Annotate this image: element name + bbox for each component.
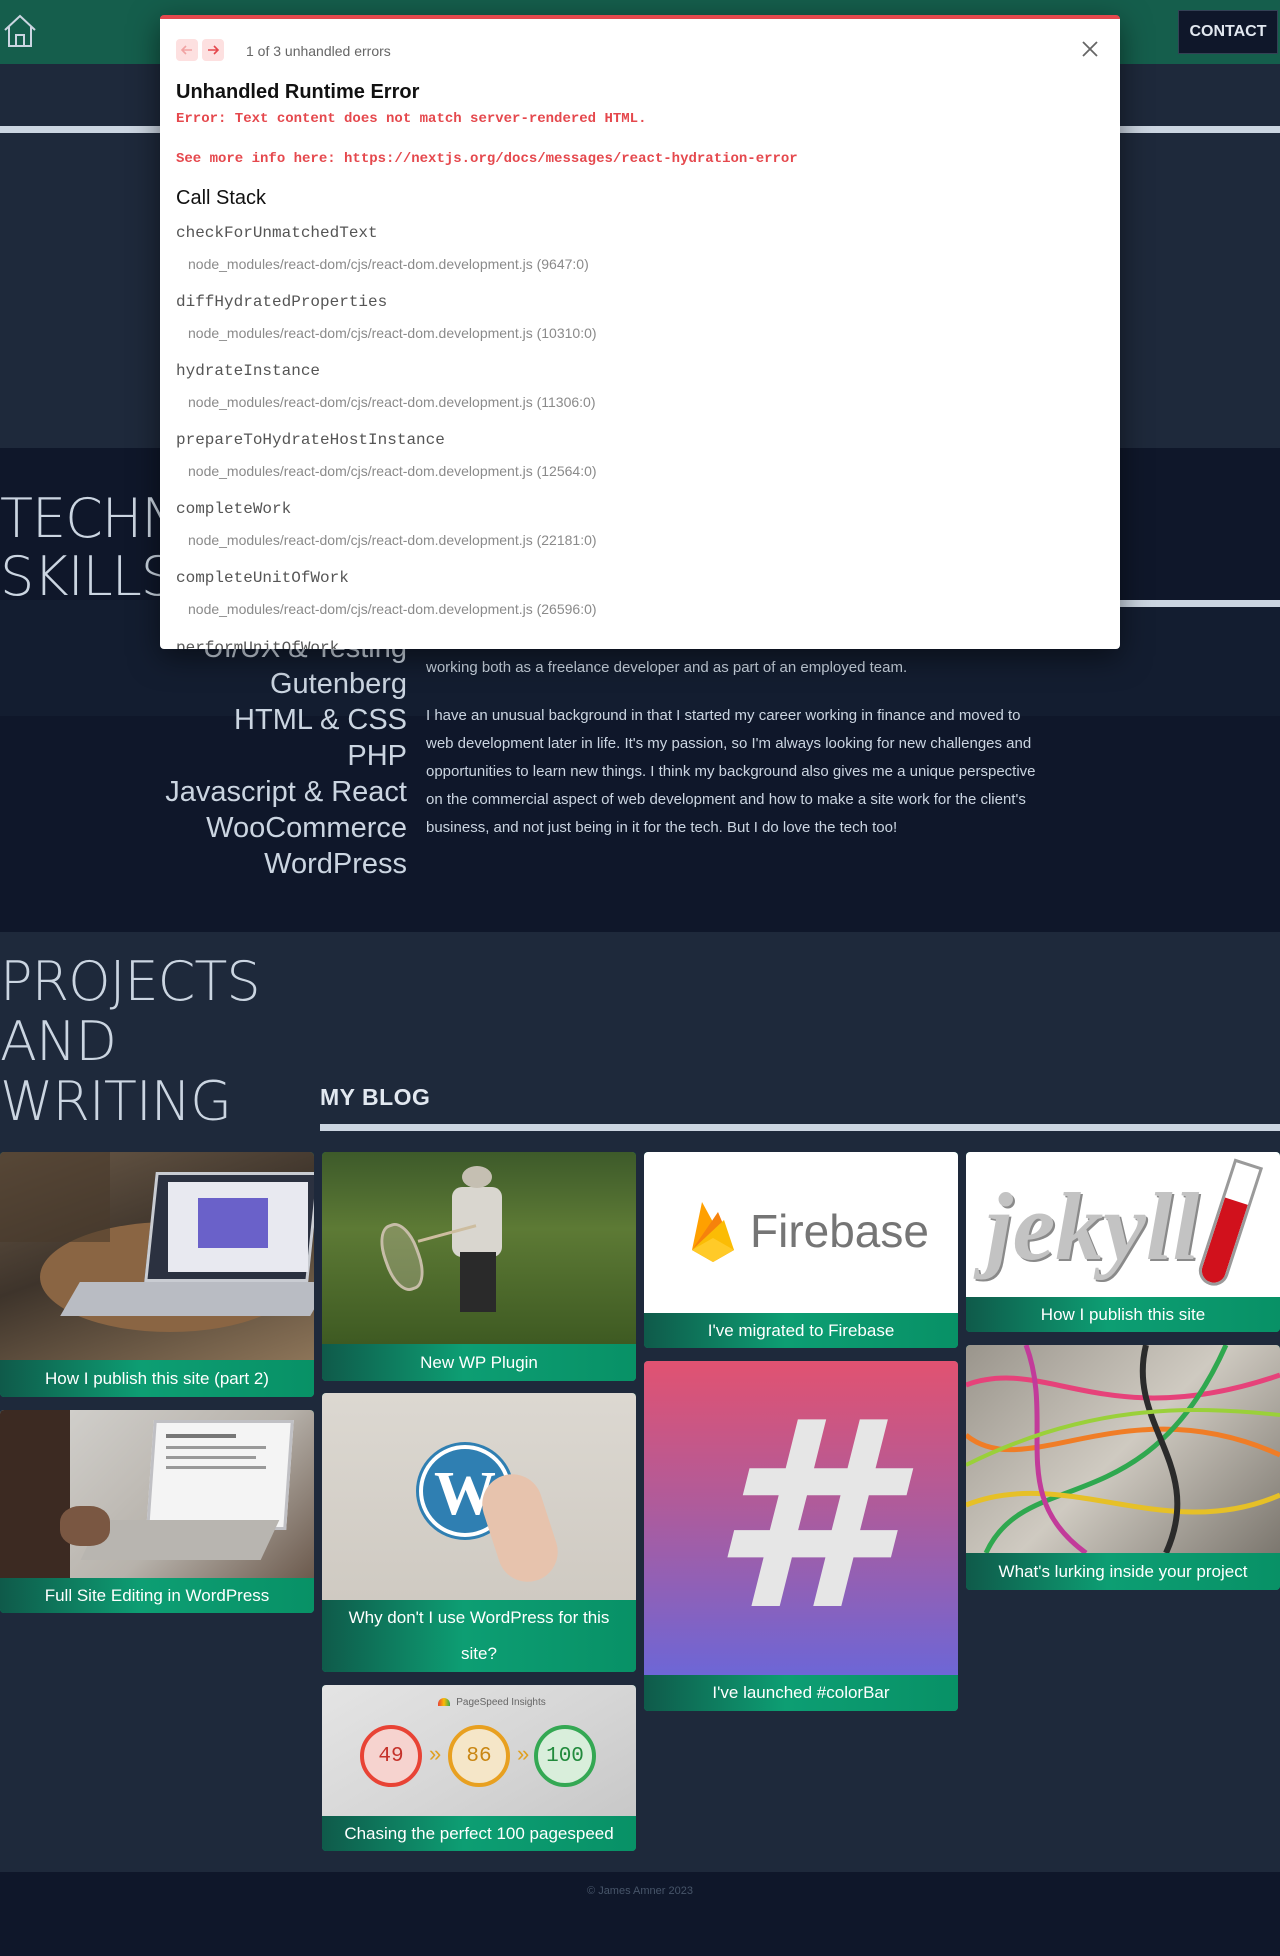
blog-card[interactable]: jekyll How I publish this site [966,1152,1280,1332]
stack-frame-function: prepareToHydrateHostInstance [176,431,445,449]
stack-frame-function: performUnitOfWork [176,639,340,649]
blog-card-title: Full Site Editing in WordPress [0,1578,314,1613]
error-message: Error: Text content does not match serve… [176,111,647,127]
blog-card[interactable]: W Why don't I use WordPress for this sit… [322,1393,636,1672]
error-count: 1 of 3 unhandled errors [246,43,391,59]
stack-frame-function: checkForUnmatchedText [176,224,378,242]
skill-item: Gutenberg [269,668,407,700]
callstack-title: Call Stack [176,187,267,209]
contact-button[interactable]: CONTACT [1178,10,1278,54]
firebase-icon [692,1202,734,1262]
error-overlay: 1 of 3 unhandled errors Unhandled Runtim… [160,15,1120,649]
arrow-icon: » [517,1741,530,1766]
blog-card-title: What's lurking inside your project [966,1553,1280,1590]
next-error-button[interactable] [202,39,224,61]
blog-card[interactable]: New WP Plugin [322,1152,636,1381]
blog-heading: MY BLOG [320,1084,431,1110]
close-icon[interactable] [1078,37,1102,61]
skill-item: PHP [347,740,407,772]
blog-card-title: I've migrated to Firebase [644,1313,958,1348]
laptop-desk-image [0,1152,314,1360]
about-text: working both as a freelance developer an… [426,654,1052,862]
projects-title: PROJECTS AND WRITING [0,952,300,1132]
prev-error-button[interactable] [176,39,198,61]
jekyll-wordmark: jekyll [986,1173,1200,1280]
pagespeed-image: PageSpeed Insights 49 » 86 » 100 [322,1685,636,1816]
blog-card-title: Chasing the perfect 100 pagespeed [322,1816,636,1851]
home-icon[interactable] [2,12,38,50]
blog-card[interactable]: # I've launched #colorBar [644,1361,958,1711]
stack-frame-function: completeUnitOfWork [176,569,349,587]
blog-card-title: I've launched #colorBar [644,1675,958,1711]
projects-title-line: PROJECTS [0,950,261,1013]
footer-copyright: © James Amner 2023 [587,1885,693,1897]
error-docs-link[interactable]: See more info here: https://nextjs.org/d… [176,151,798,167]
stack-frame-function: completeWork [176,500,292,518]
arrow-icon: » [429,1741,442,1766]
stack-frame-location[interactable]: node_modules/react-dom/cjs/react-dom.dev… [188,256,589,272]
blog-card-title: Why don't I use WordPress for this site? [322,1600,636,1672]
stack-frame-function: hydrateInstance [176,362,321,380]
skill-item: HTML & CSS [234,704,407,736]
about-paragraph: working both as a freelance developer an… [426,659,908,676]
skill-item: WordPress [264,848,407,880]
cables-icon [966,1345,1280,1553]
skill-item: WooCommerce [206,812,407,844]
jekyll-logo-image: jekyll [966,1152,1280,1297]
pagespeed-label: PageSpeed Insights [456,1697,546,1708]
score-low: 49 [360,1725,422,1787]
arrow-left-icon [180,45,192,55]
projects-title-line: WRITING [0,1070,232,1133]
stack-frame-function: diffHydratedProperties [176,293,388,311]
stack-frame-location[interactable]: node_modules/react-dom/cjs/react-dom.dev… [188,325,597,341]
score-mid: 86 [448,1725,510,1787]
blog-card[interactable]: What's lurking inside your project [966,1345,1280,1590]
colorbar-image: # [644,1361,958,1675]
stack-frame-location[interactable]: node_modules/react-dom/cjs/react-dom.dev… [188,532,597,548]
skills-list: UI/UX & Testing Gutenberg HTML & CSS PHP… [165,630,407,882]
hash-icon: # [710,1366,892,1668]
laptop-typing-image [0,1410,314,1578]
about-paragraph: I have an unusual background in that I s… [426,707,1036,836]
blog-card-title: How I publish this site (part 2) [0,1360,314,1397]
blog-card-title: How I publish this site [966,1297,1280,1332]
wordpress-logo-image: W [322,1393,636,1600]
blog-divider [320,1124,1280,1131]
butterfly-net-image [322,1152,636,1344]
arrow-right-icon [208,45,220,55]
blog-card-title: New WP Plugin [322,1344,636,1381]
error-title: Unhandled Runtime Error [176,81,420,103]
projects-title-line: AND [0,1010,117,1073]
skill-item: Javascript & React [165,776,407,808]
firebase-logo-image: Firebase [644,1152,958,1313]
test-tube-icon [1194,1158,1264,1290]
stack-frame-location[interactable]: node_modules/react-dom/cjs/react-dom.dev… [188,394,596,410]
firebase-wordmark: Firebase [750,1205,929,1257]
blog-card[interactable]: PageSpeed Insights 49 » 86 » 100 Chasing… [322,1685,636,1851]
score-high: 100 [534,1725,596,1787]
blog-card[interactable]: Full Site Editing in WordPress [0,1410,314,1613]
stack-frame-location[interactable]: node_modules/react-dom/cjs/react-dom.dev… [188,463,597,479]
stack-frame-location[interactable]: node_modules/react-dom/cjs/react-dom.dev… [188,601,597,617]
patch-cables-image [966,1345,1280,1553]
blog-card[interactable]: Firebase I've migrated to Firebase [644,1152,958,1348]
blog-card[interactable]: How I publish this site (part 2) [0,1152,314,1397]
